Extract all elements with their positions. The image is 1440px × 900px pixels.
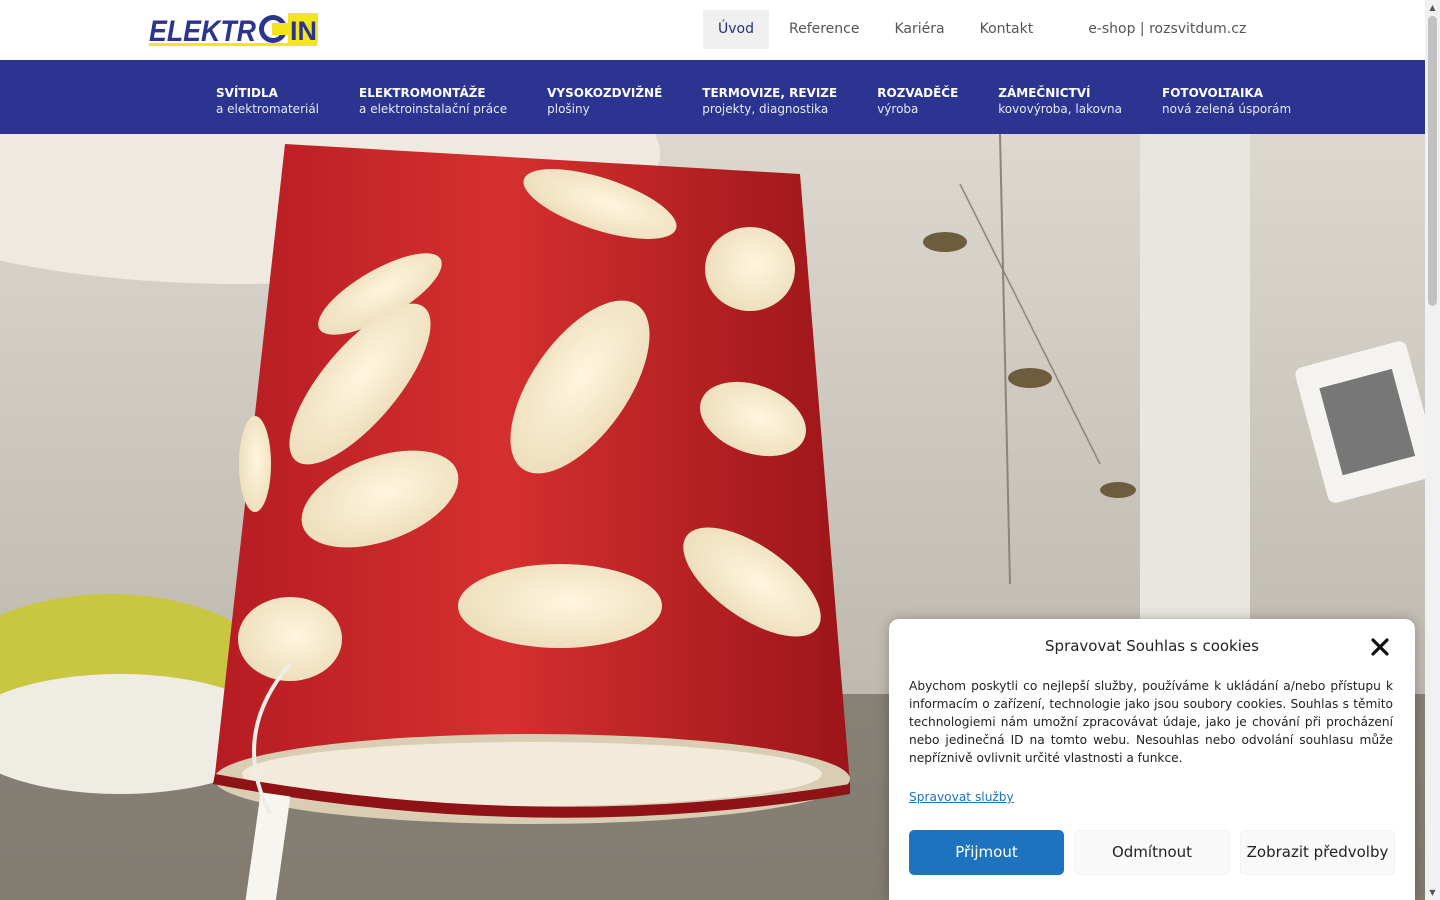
category-rozvadece[interactable]: ROZVADĚČE výroba (877, 85, 958, 117)
manage-services-link[interactable]: Spravovat služby (909, 790, 1014, 804)
scroll-down-arrow-icon[interactable]: ▼ (1425, 885, 1440, 900)
scrollbar-thumb[interactable] (1428, 16, 1437, 306)
category-subtitle: nová zelená úsporám (1162, 102, 1292, 116)
logo-text-left: ELEKTR (149, 15, 256, 48)
nav-kariera[interactable]: Kariéra (879, 10, 959, 49)
category-subtitle: kovovýroba, lakovna (998, 102, 1123, 116)
category-subtitle: a elektromateriál (216, 102, 320, 116)
category-title: TERMOVIZE, REVIZE (702, 86, 838, 100)
scroll-up-arrow-icon[interactable]: ▲ (1425, 0, 1440, 15)
nav-uvod[interactable]: Úvod (703, 10, 769, 49)
category-title: FOTOVOLTAIKA (1162, 86, 1264, 100)
category-subtitle: projekty, diagnostika (702, 102, 829, 116)
category-title: ELEKTROMONTÁŽE (359, 86, 486, 100)
deny-button[interactable]: Odmítnout (1074, 830, 1230, 875)
category-subtitle: výroba (877, 102, 919, 116)
category-termovize[interactable]: TERMOVIZE, REVIZE projekty, diagnostika (702, 85, 837, 117)
category-elektromontaze[interactable]: ELEKTROMONTÁŽE a elektroinstalační práce (359, 85, 507, 117)
close-icon[interactable] (1369, 636, 1391, 658)
category-svitidla[interactable]: SVÍTIDLA a elektromateriál (216, 85, 319, 117)
category-title: VYSOKOZDVIŽNÉ (547, 86, 663, 100)
category-title: ZÁMEČNICTVÍ (998, 86, 1091, 100)
nav-kontakt[interactable]: Kontakt (965, 10, 1049, 49)
elektroin-logo[interactable]: ELEKTR IN (148, 11, 318, 49)
cookie-title: Spravovat Souhlas s cookies (1045, 637, 1259, 655)
category-zamecnictvi[interactable]: ZÁMEČNICTVÍ kovovýroba, lakovna (998, 85, 1122, 117)
category-title: SVÍTIDLA (216, 86, 278, 100)
show-preferences-button[interactable]: Zobrazit předvolby (1240, 830, 1395, 875)
nav-eshop[interactable]: e-shop | rozsvitdum.cz (1073, 10, 1261, 49)
cookie-text: Abychom poskytli co nejlepší služby, pou… (909, 679, 1393, 765)
top-navigation: Úvod Reference Kariéra Kontakt e-shop | … (703, 10, 1266, 49)
accept-button[interactable]: Přijmout (909, 830, 1064, 875)
nav-reference[interactable]: Reference (774, 10, 875, 49)
category-title: ROZVADĚČE (877, 86, 959, 100)
category-vysokozdvizne[interactable]: VYSOKOZDVIŽNÉ plošiny (547, 85, 662, 117)
category-bar: SVÍTIDLA a elektromateriál ELEKTROMONTÁŽ… (0, 60, 1425, 134)
page-scrollbar[interactable]: ▲ ▼ (1425, 0, 1440, 900)
site-header: ELEKTR IN Úvod Reference Kariéra Kontakt… (0, 0, 1425, 60)
logo-text-right: IN (290, 16, 317, 46)
category-subtitle: a elektroinstalační práce (359, 102, 508, 116)
cookie-consent-dialog: Spravovat Souhlas s cookies Abychom posk… (889, 619, 1415, 900)
category-fotovoltaika[interactable]: FOTOVOLTAIKA nová zelená úsporám (1162, 85, 1291, 117)
category-subtitle: plošiny (547, 102, 590, 116)
